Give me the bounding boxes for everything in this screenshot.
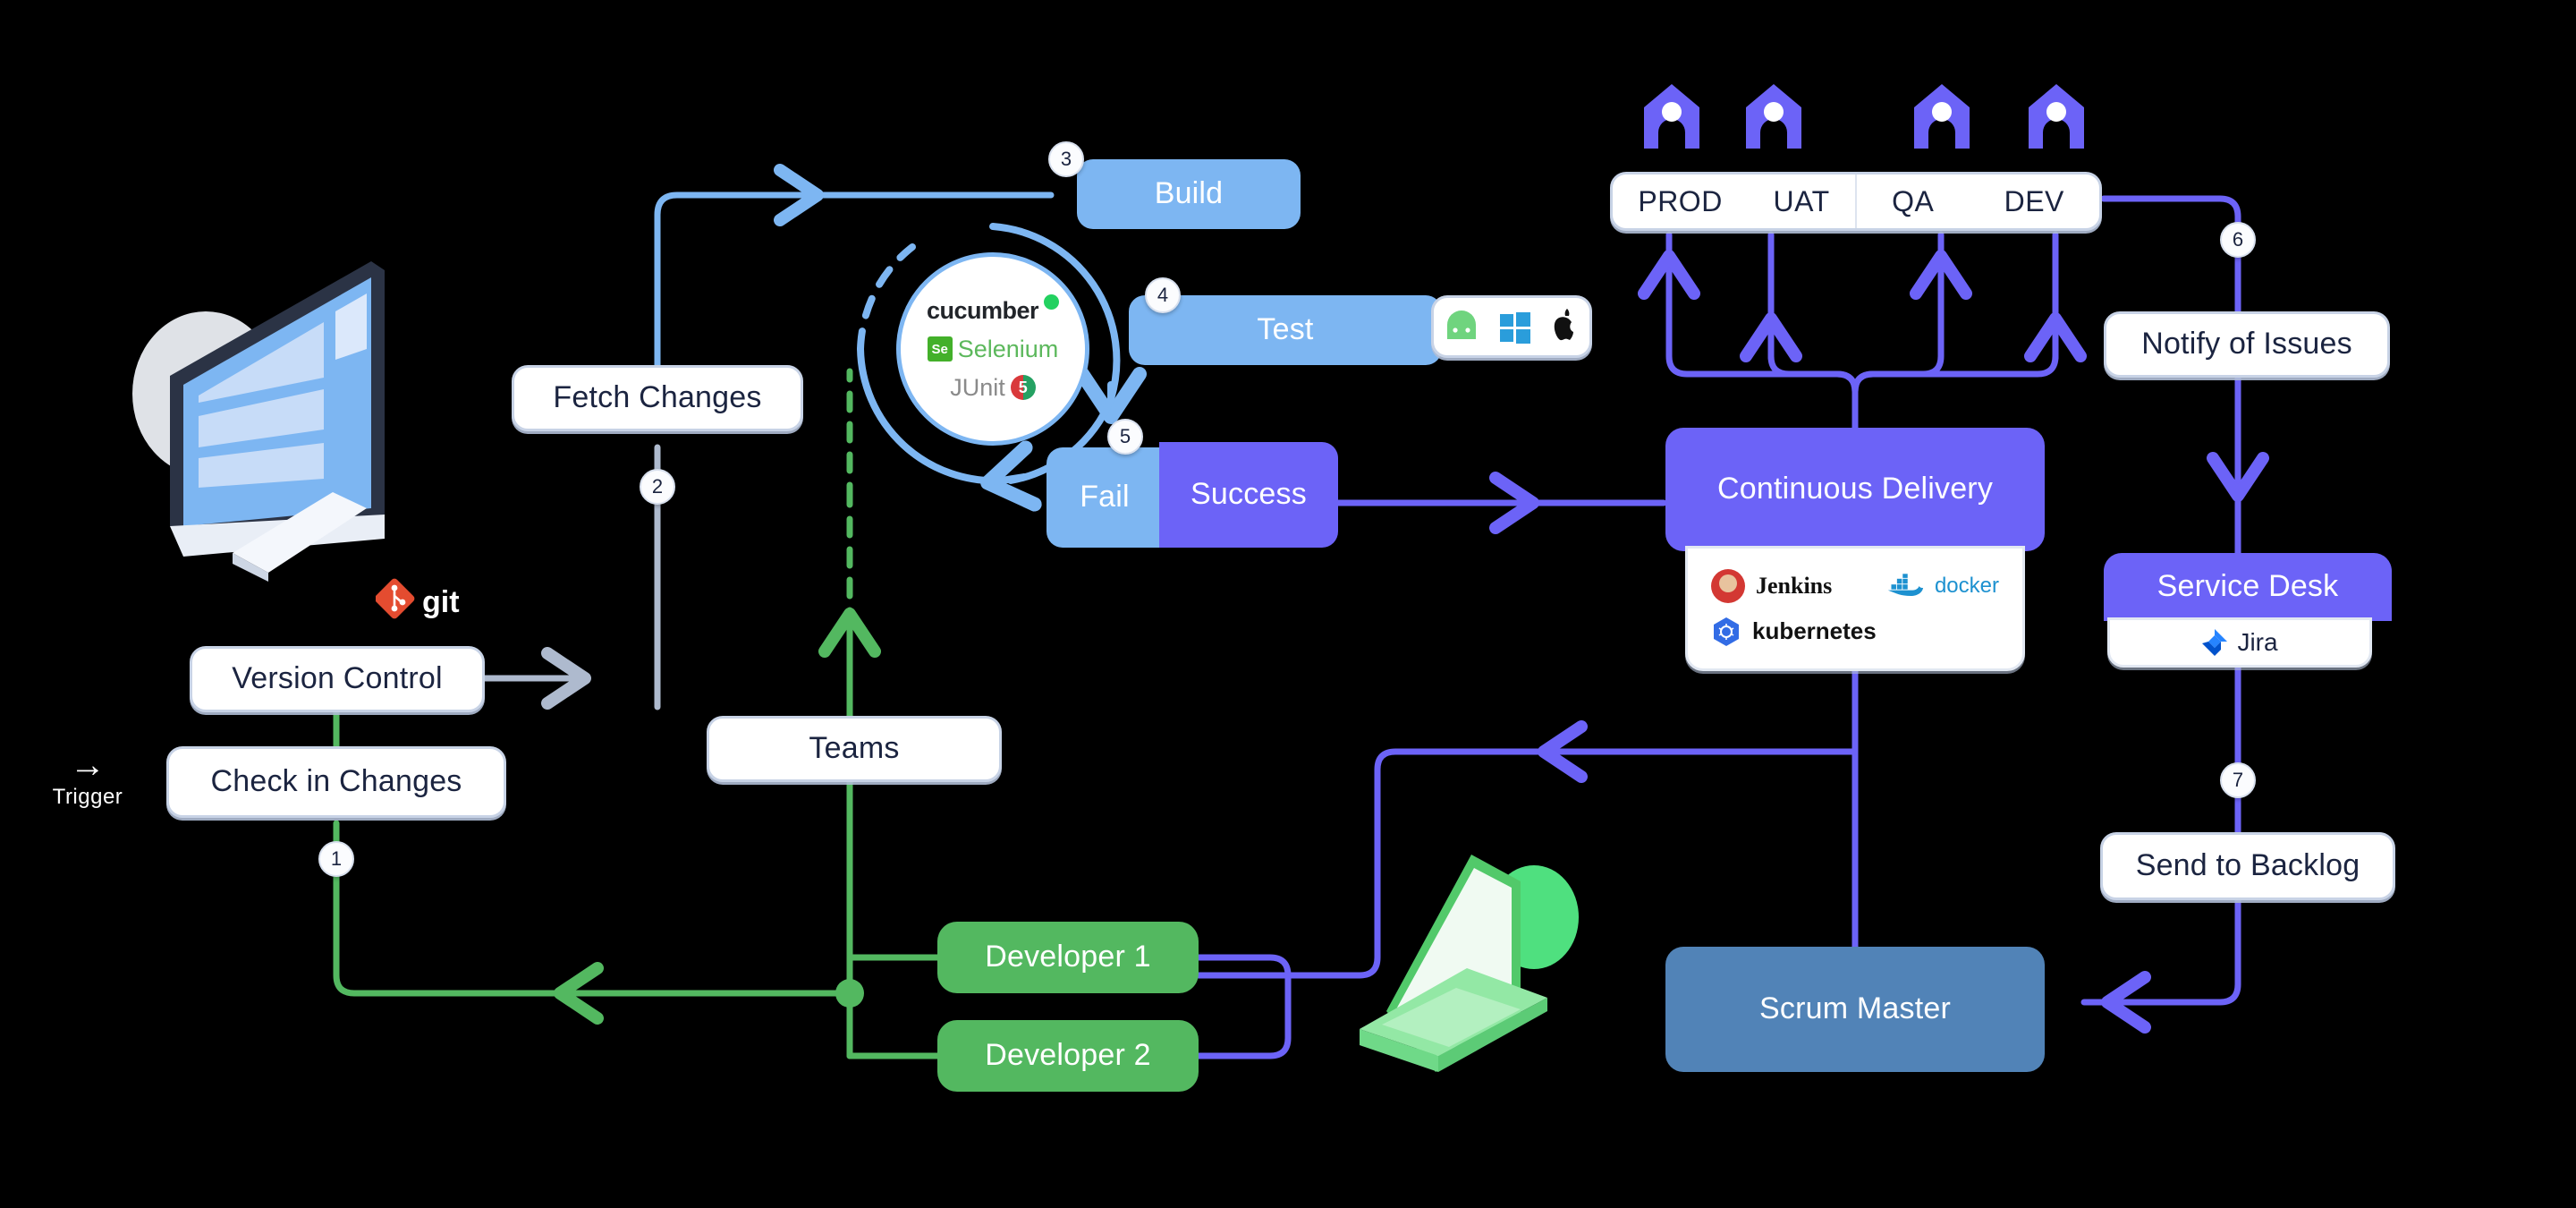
step-badge-7: 7 (2220, 762, 2256, 798)
node-build[interactable]: Build (1077, 159, 1301, 229)
step-badge-1: 1 (318, 841, 354, 877)
test-tool-junit: JUnit 5 (950, 374, 1036, 402)
windows-icon (1500, 312, 1530, 344)
jira-chip: Jira (2107, 617, 2372, 668)
environments-strip[interactable]: PROD UAT QA DEV (1610, 172, 2102, 231)
node-version-control[interactable]: Version Control (190, 646, 485, 712)
node-developer-2[interactable]: Developer 2 (937, 1020, 1199, 1092)
test-tool-selenium: Se Selenium (927, 336, 1058, 363)
node-fetch-changes[interactable]: Fetch Changes (512, 365, 803, 431)
node-notify-of-issues[interactable]: Notify of Issues (2104, 311, 2390, 378)
server-house-icon (1914, 84, 1970, 149)
cd-tool-kubernetes: kubernetes (1711, 617, 1877, 647)
node-developer-1[interactable]: Developer 1 (937, 922, 1199, 993)
jira-icon (2202, 629, 2228, 656)
jenkins-icon (1711, 568, 1745, 603)
cd-tool-jenkins: Jenkins (1711, 568, 1877, 603)
node-send-to-backlog[interactable]: Send to Backlog (2100, 832, 2395, 900)
arrow-right-icon: → (70, 745, 106, 785)
node-scrum-master[interactable]: Scrum Master (1665, 947, 2045, 1072)
environments-group-right: QA DEV (1855, 174, 2099, 228)
step-badge-4: 4 (1145, 277, 1181, 313)
cd-tool-docker: docker (1877, 574, 1999, 599)
apple-icon (1554, 309, 1573, 341)
git-icon: git (376, 578, 460, 619)
svg-text:git: git (422, 585, 460, 619)
node-success[interactable]: Success (1159, 442, 1338, 548)
node-continuous-delivery[interactable]: Continuous Delivery (1665, 428, 2045, 551)
selenium-icon: Se (927, 336, 953, 362)
environment-label-dev[interactable]: DEV (2004, 185, 2064, 218)
docker-icon (1887, 573, 1924, 596)
server-house-icon (2029, 84, 2084, 149)
step-badge-2: 2 (640, 469, 675, 505)
jira-label: Jira (2237, 628, 2278, 656)
environments-group-left: PROD UAT (1613, 174, 1855, 228)
node-check-in-changes[interactable]: Check in Changes (166, 746, 506, 818)
legend-trigger: → Trigger (34, 747, 141, 810)
environment-label-qa[interactable]: QA (1892, 185, 1934, 218)
legend-label: Trigger (52, 785, 123, 809)
node-fail[interactable]: Fail (1046, 447, 1163, 548)
node-service-desk[interactable]: Service Desk (2104, 553, 2392, 621)
step-badge-5: 5 (1107, 419, 1143, 455)
environment-label-uat[interactable]: UAT (1774, 185, 1830, 218)
step-badge-3: 3 (1048, 141, 1084, 177)
diagram-canvas: git PROD UAT QA DEV cucumber Se Selenium… (0, 0, 2576, 1208)
android-icon (1447, 311, 1476, 339)
junit5-icon: 5 (1010, 375, 1036, 400)
environment-label-prod[interactable]: PROD (1638, 185, 1722, 218)
step-badge-6: 6 (2220, 222, 2256, 258)
cd-tools-panel: Jenkins docker kubernetes (1685, 546, 2025, 671)
desktop-monitor-illustration (132, 261, 385, 582)
test-platforms-chip (1431, 295, 1592, 358)
server-house-icon (1644, 84, 1699, 149)
cucumber-icon (1044, 293, 1060, 310)
kubernetes-icon (1714, 617, 1739, 646)
server-house-icon (1746, 84, 1801, 149)
test-tool-cucumber: cucumber (927, 293, 1060, 325)
test-tools-circle: cucumber Se Selenium JUnit 5 (896, 252, 1089, 446)
laptop-illustration (1360, 855, 1579, 1072)
node-teams[interactable]: Teams (707, 716, 1002, 782)
